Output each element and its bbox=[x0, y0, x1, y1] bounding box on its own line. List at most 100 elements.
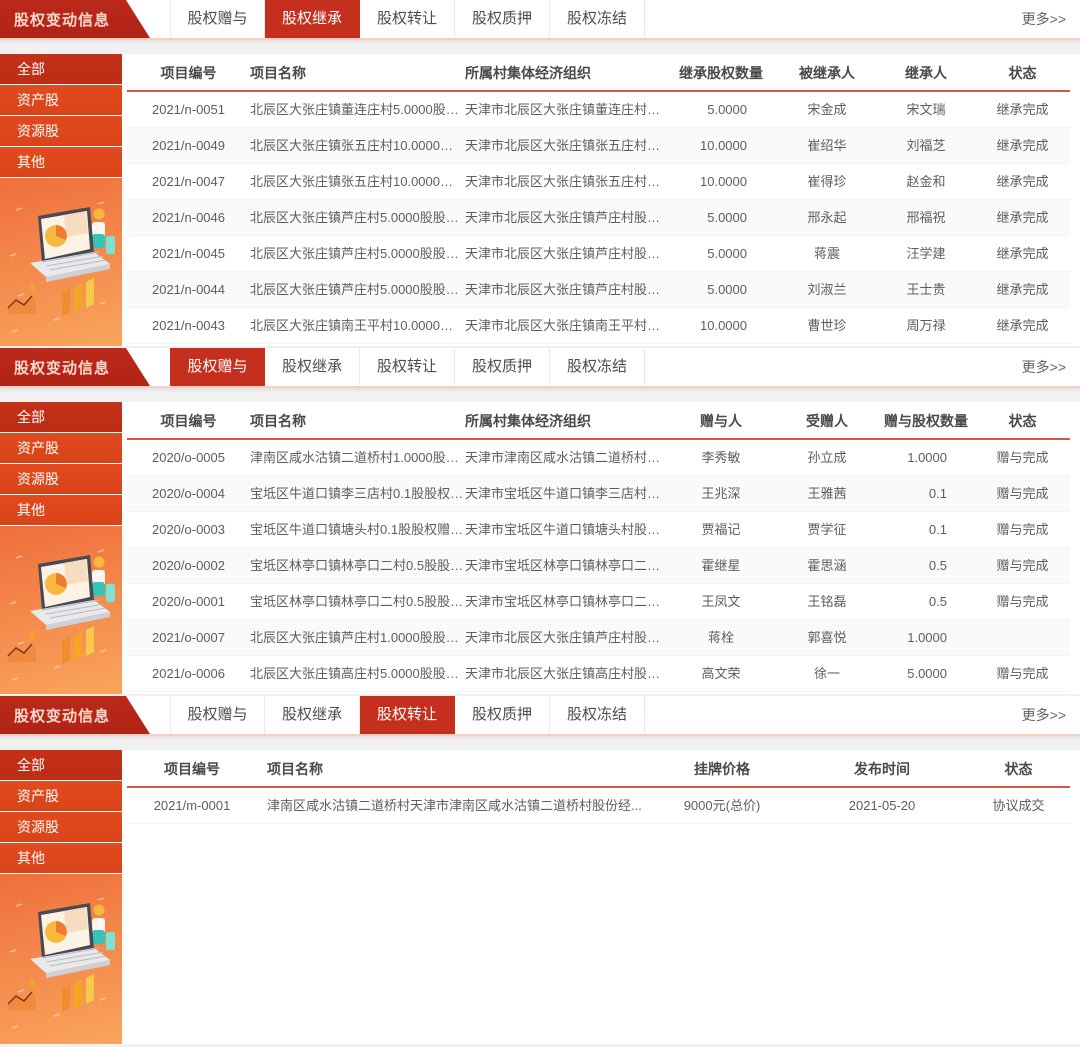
sidebar-item-资产股[interactable]: 资产股 bbox=[0, 85, 122, 115]
table-cell: 北辰区大张庄镇南王平村10.0000股股权继... bbox=[250, 308, 465, 343]
column-header: 赠与股权数量 bbox=[877, 402, 975, 438]
table-cell: 天津市宝坻区林亭口镇林亭口二村... bbox=[465, 548, 665, 583]
table-cell: 贾学征 bbox=[777, 512, 877, 547]
tab-股权赠与[interactable]: 股权赠与 bbox=[170, 0, 265, 38]
table-cell: 5.0000 bbox=[665, 236, 777, 271]
table-cell: 北辰区大张庄镇董连庄村5.0000股股权继... bbox=[250, 92, 465, 127]
table-row[interactable]: 2020/o-0005津南区咸水沽镇二道桥村1.0000股股权赠...天津市津南… bbox=[127, 440, 1070, 476]
sidebar-item-其他[interactable]: 其他 bbox=[0, 843, 122, 873]
column-header: 所属村集体经济组织 bbox=[465, 402, 665, 438]
sidebar-item-资源股[interactable]: 资源股 bbox=[0, 116, 122, 146]
sidebar-item-全部[interactable]: 全部 bbox=[0, 750, 122, 780]
sidebar-item-资产股[interactable]: 资产股 bbox=[0, 433, 122, 463]
table-cell: 继承完成 bbox=[975, 200, 1070, 235]
section-title: 股权变动信息 bbox=[14, 9, 110, 30]
table-cell: 2020/o-0001 bbox=[127, 584, 250, 619]
sidebar-item-其他[interactable]: 其他 bbox=[0, 147, 122, 177]
sidebar-item-资源股[interactable]: 资源股 bbox=[0, 464, 122, 494]
sidebar-item-其他[interactable]: 其他 bbox=[0, 495, 122, 525]
illustration-panel bbox=[0, 874, 122, 1044]
table-cell: 2021/n-0046 bbox=[127, 200, 250, 235]
table-cell: 徐一 bbox=[777, 656, 877, 691]
tab-股权冻结[interactable]: 股权冻结 bbox=[550, 696, 645, 734]
tab-股权转让[interactable]: 股权转让 bbox=[360, 0, 455, 38]
tab-股权继承[interactable]: 股权继承 bbox=[265, 696, 360, 734]
table-cell: 曹世珍 bbox=[777, 308, 877, 343]
table-cell: 宋文瑞 bbox=[877, 92, 975, 127]
table-cell: 10.0000 bbox=[665, 164, 777, 199]
more-link[interactable]: 更多>> bbox=[1022, 357, 1080, 377]
table-cell: 高文荣 bbox=[665, 656, 777, 691]
table-cell: 郭喜悦 bbox=[777, 620, 877, 655]
section-body: 全部资产股资源股其他 项目编号项目名称所属村集体经济组织继承股权数量被继承人继承… bbox=[0, 54, 1080, 346]
tab-股权冻结[interactable]: 股权冻结 bbox=[550, 348, 645, 386]
table-row[interactable]: 2021/o-0006北辰区大张庄镇高庄村5.0000股股权赠与...天津市北辰… bbox=[127, 656, 1070, 692]
table-cell: 王雅茜 bbox=[777, 476, 877, 511]
table-row[interactable]: 2021/n-0044北辰区大张庄镇芦庄村5.0000股股权继承...天津市北辰… bbox=[127, 272, 1070, 308]
more-link[interactable]: 更多>> bbox=[1022, 705, 1080, 725]
table-cell: 北辰区大张庄镇张五庄村10.0000股股权继... bbox=[250, 164, 465, 199]
data-table: 项目编号项目名称所属村集体经济组织继承股权数量被继承人继承人状态2021/n-0… bbox=[127, 54, 1080, 346]
sidebar-item-资源股[interactable]: 资源股 bbox=[0, 812, 122, 842]
tab-股权赠与[interactable]: 股权赠与 bbox=[170, 696, 265, 734]
table-row[interactable]: 2021/m-0001津南区咸水沽镇二道桥村天津市津南区咸水沽镇二道桥村股份经.… bbox=[127, 788, 1070, 824]
tab-股权质押[interactable]: 股权质押 bbox=[455, 696, 550, 734]
table-cell: 蒋震 bbox=[777, 236, 877, 271]
table-row[interactable]: 2021/o-0007北辰区大张庄镇芦庄村1.0000股股权赠与...天津市北辰… bbox=[127, 620, 1070, 656]
table-cell: 10.0000 bbox=[665, 308, 777, 343]
tab-股权继承[interactable]: 股权继承 bbox=[265, 0, 360, 38]
sidebar-item-全部[interactable]: 全部 bbox=[0, 402, 122, 432]
table-row[interactable]: 2021/n-0046北辰区大张庄镇芦庄村5.0000股股权继承...天津市北辰… bbox=[127, 200, 1070, 236]
table-cell: 赠与完成 bbox=[975, 440, 1070, 475]
tab-股权转让[interactable]: 股权转让 bbox=[360, 696, 455, 734]
table-cell: 继承完成 bbox=[975, 128, 1070, 163]
table-cell: 赠与完成 bbox=[975, 584, 1070, 619]
tab-股权冻结[interactable]: 股权冻结 bbox=[550, 0, 645, 38]
column-header: 项目编号 bbox=[127, 54, 250, 90]
table-cell: 2021/o-0007 bbox=[127, 620, 250, 655]
table-row[interactable]: 2020/o-0001宝坻区林亭口镇林亭口二村0.5股股权赠与...天津市宝坻区… bbox=[127, 584, 1070, 620]
table-cell: 刘福芝 bbox=[877, 128, 975, 163]
table-cell: 霍继星 bbox=[665, 548, 777, 583]
tab-股权继承[interactable]: 股权继承 bbox=[265, 348, 360, 386]
table-row[interactable]: 2021/n-0051北辰区大张庄镇董连庄村5.0000股股权继...天津市北辰… bbox=[127, 92, 1070, 128]
table-cell: 协议成交 bbox=[967, 788, 1070, 823]
table-row[interactable]: 2021/n-0045北辰区大张庄镇芦庄村5.0000股股权继承...天津市北辰… bbox=[127, 236, 1070, 272]
table-cell: 2021/n-0051 bbox=[127, 92, 250, 127]
section-title: 股权变动信息 bbox=[14, 705, 110, 726]
charts-illustration bbox=[2, 888, 120, 1038]
tab-股权赠与[interactable]: 股权赠与 bbox=[170, 348, 265, 386]
section-title: 股权变动信息 bbox=[14, 357, 110, 378]
table-row[interactable]: 2021/n-0043北辰区大张庄镇南王平村10.0000股股权继...天津市北… bbox=[127, 308, 1070, 344]
tab-bar: 股权赠与股权继承股权转让股权质押股权冻结 bbox=[170, 0, 645, 38]
table-cell: 北辰区大张庄镇芦庄村5.0000股股权继承... bbox=[250, 236, 465, 271]
table-cell: 0.5 bbox=[877, 548, 975, 583]
equity-change-section-0: 股权变动信息 股权赠与股权继承股权转让股权质押股权冻结 更多>> 全部资产股资源股其他… bbox=[0, 0, 1080, 346]
column-header: 项目名称 bbox=[250, 54, 465, 90]
table-row[interactable]: 2020/o-0004宝坻区牛道口镇李三店村0.1股股权赠与项目天津市宝坻区牛道… bbox=[127, 476, 1070, 512]
section-title-banner: 股权变动信息 bbox=[0, 348, 150, 386]
column-header: 发布时间 bbox=[797, 750, 967, 786]
more-link[interactable]: 更多>> bbox=[1022, 9, 1080, 29]
tab-股权转让[interactable]: 股权转让 bbox=[360, 348, 455, 386]
sidebar-item-全部[interactable]: 全部 bbox=[0, 54, 122, 84]
table-cell: 北辰区大张庄镇高庄村5.0000股股权赠与... bbox=[250, 656, 465, 691]
table-cell: 王士贵 bbox=[877, 272, 975, 307]
table-cell: 宝坻区牛道口镇李三店村0.1股股权赠与项目 bbox=[250, 476, 465, 511]
table-row[interactable]: 2021/n-0049北辰区大张庄镇张五庄村10.0000股股权继...天津市北… bbox=[127, 128, 1070, 164]
sidebar-item-资产股[interactable]: 资产股 bbox=[0, 781, 122, 811]
table-cell: 2021/n-0047 bbox=[127, 164, 250, 199]
table-header-row: 项目编号项目名称所属村集体经济组织继承股权数量被继承人继承人状态 bbox=[127, 54, 1070, 92]
table-cell: 宋金成 bbox=[777, 92, 877, 127]
section-body: 全部资产股资源股其他 项目编号项目名称所属村集体经济组织赠与人受赠人赠与股权数量… bbox=[0, 402, 1080, 694]
table-row[interactable]: 2021/n-0047北辰区大张庄镇张五庄村10.0000股股权继...天津市北… bbox=[127, 164, 1070, 200]
table-cell: 2021/n-0045 bbox=[127, 236, 250, 271]
table-row[interactable]: 2020/o-0003宝坻区牛道口镇塘头村0.1股股权赠与项目天津市宝坻区牛道口… bbox=[127, 512, 1070, 548]
column-header: 项目编号 bbox=[127, 402, 250, 438]
table-cell: 9000元(总价) bbox=[647, 788, 797, 823]
tab-股权质押[interactable]: 股权质押 bbox=[455, 348, 550, 386]
tab-股权质押[interactable]: 股权质押 bbox=[455, 0, 550, 38]
table-row[interactable]: 2020/o-0002宝坻区林亭口镇林亭口二村0.5股股权赠与...天津市宝坻区… bbox=[127, 548, 1070, 584]
table-cell: 李秀敏 bbox=[665, 440, 777, 475]
table-cell: 2021/n-0049 bbox=[127, 128, 250, 163]
